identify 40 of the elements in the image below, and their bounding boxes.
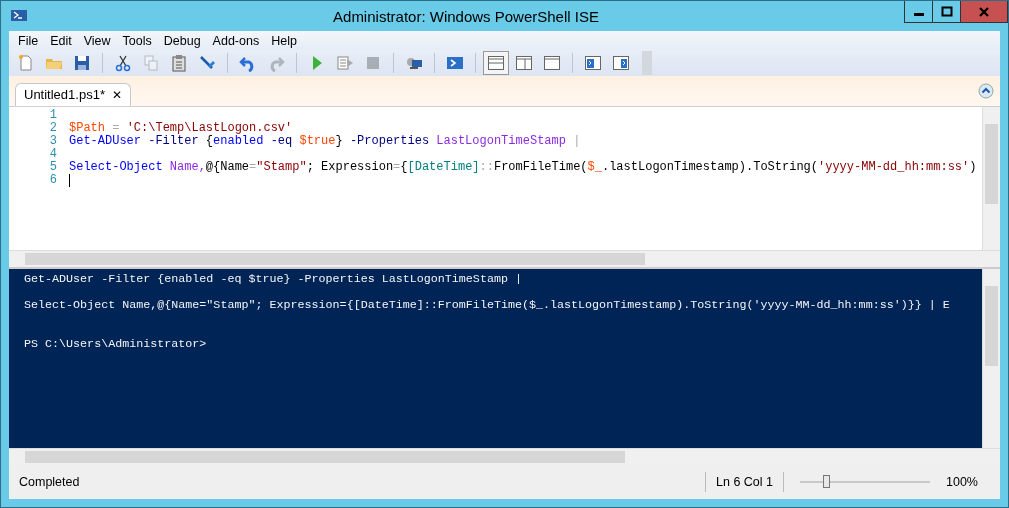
- line-number: 6: [48, 174, 57, 187]
- collapse-icon[interactable]: [978, 83, 994, 99]
- line-number: 5: [48, 161, 57, 174]
- menu-item[interactable]: Tools: [116, 33, 158, 49]
- menu-item[interactable]: Debug: [157, 33, 207, 49]
- tab-close-button[interactable]: ✕: [111, 87, 122, 102]
- pane-top-icon[interactable]: [483, 50, 509, 75]
- menu-item[interactable]: View: [77, 33, 117, 49]
- line-number: 3: [48, 135, 57, 148]
- menu-item[interactable]: Help: [265, 33, 303, 49]
- horizontal-scrollbar[interactable]: [9, 448, 1000, 465]
- close-icon: [978, 5, 990, 18]
- console-line: PS C:\Users\Administrator>: [24, 337, 207, 351]
- line-number: 1: [48, 109, 57, 122]
- console-line: Select-Object Name,@{Name="Stamp"; Expression={[DateTime]::FromFileTime($_.lastLogonTimestamp).ToString('yyyy-MM-dd_hh:mm:ss')}} | E: [24, 298, 950, 312]
- code-line: Select-Object Name,@{Name="Stamp"; Expression={[DateTime]::FromFileTime($_.lastLogonTimestamp).ToString('yyyy-MM-dd_hh:mm:ss'): [69, 161, 977, 174]
- line-number: 2: [48, 122, 57, 135]
- text-cursor: [69, 174, 70, 187]
- code-line: Get-ADUser -Filter {enabled -eq $true} -Properties LastLogonTimeStamp |: [69, 135, 581, 148]
- cursor-position: Ln 6 Col 1: [716, 475, 773, 489]
- close-button[interactable]: [961, 1, 1007, 22]
- menu-item[interactable]: Edit: [44, 33, 78, 49]
- menu-item[interactable]: File: [12, 33, 45, 49]
- code-line: $Path = 'C:\Temp\LastLogon.csv': [69, 122, 293, 135]
- console-line: Get-ADUser -Filter {enabled -eq $true} -Properties LastLogonTimeStamp |: [24, 272, 522, 286]
- vertical-scrollbar[interactable]: [982, 269, 1000, 448]
- zoom-level: 100%: [946, 475, 978, 489]
- minimize-icon: [913, 13, 924, 16]
- window-title: Administrator: Windows PowerShell ISE: [332, 7, 600, 25]
- console-pane[interactable]: [9, 269, 1000, 465]
- line-number: 4: [48, 148, 57, 161]
- status-text: Completed: [19, 475, 80, 489]
- document-tab[interactable]: Untitled1.ps1* ✕: [15, 83, 131, 106]
- menu-item[interactable]: Add-ons: [206, 33, 266, 49]
- tab-label: Untitled1.ps1*: [24, 87, 105, 102]
- powershell-icon: [10, 9, 28, 23]
- vertical-scrollbar[interactable]: [982, 107, 1000, 250]
- zoom-slider[interactable]: [800, 475, 930, 489]
- maximize-icon: [940, 5, 953, 18]
- horizontal-scrollbar[interactable]: [9, 250, 1000, 267]
